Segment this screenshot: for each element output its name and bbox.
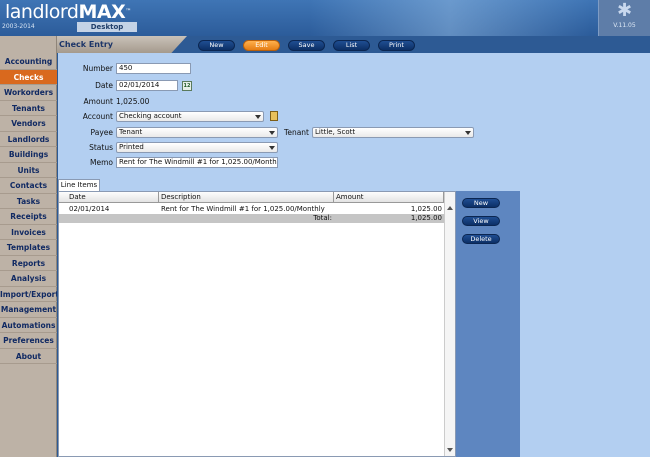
total-row: Total: 1,025.00 — [59, 214, 444, 223]
table-row[interactable]: 02/01/2014 Rent for The Windmill #1 for … — [59, 205, 444, 214]
sidebar-item-tenants[interactable]: Tenants — [0, 101, 57, 116]
account-label: Account — [82, 112, 113, 121]
save-button[interactable]: Save — [288, 40, 325, 51]
chevron-down-icon — [269, 146, 275, 150]
sidebar-item-workorders[interactable]: Workorders — [0, 85, 57, 101]
sidebar-item-units[interactable]: Units — [0, 163, 57, 178]
row-amount: 1,025.00 — [410, 205, 442, 213]
status-select[interactable]: Printed — [116, 142, 278, 153]
total-value: 1,025.00 — [410, 214, 442, 222]
print-button[interactable]: Print — [378, 40, 415, 51]
copyright-years: 2003-2014 — [2, 23, 35, 30]
sidebar-item-import-export[interactable]: Import/Export — [0, 287, 57, 302]
calendar-icon[interactable]: 12 — [182, 81, 192, 91]
list-button[interactable]: List — [333, 40, 370, 51]
line-items-actions: New View Delete — [456, 191, 520, 457]
date-label: Date — [95, 81, 113, 90]
number-label: Number — [82, 64, 113, 73]
sidebar-item-preferences[interactable]: Preferences — [0, 333, 57, 349]
sidebar-item-checks[interactable]: Checks — [0, 69, 57, 85]
sidebar-item-reports[interactable]: Reports — [0, 256, 57, 271]
column-header-description[interactable]: Description — [159, 192, 334, 203]
vertical-scrollbar[interactable] — [444, 192, 455, 456]
title-bar: Check Entry New Edit Save List Print — [57, 36, 650, 53]
line-items-grid: Date Description Amount 02/01/2014 Rent … — [58, 191, 456, 457]
sidebar-item-vendors[interactable]: Vendors — [0, 116, 57, 132]
account-select[interactable]: Checking account — [116, 111, 264, 122]
tenant-select[interactable]: Little, Scott — [312, 127, 474, 138]
app-logo: landlordMAX™ — [5, 1, 131, 23]
version-label: V.11.05 — [613, 22, 636, 29]
page-title: Check Entry — [59, 40, 113, 49]
app-header: landlordMAX™ 2003-2014 Desktop ✱ V.11.05 — [0, 0, 650, 36]
date-field[interactable]: 02/01/2014 — [116, 80, 178, 91]
number-field[interactable]: 450 — [116, 63, 191, 74]
tenant-label: Tenant — [284, 128, 309, 137]
row-description: Rent for The Windmill #1 for 1,025.00/Mo… — [161, 205, 325, 213]
sidebar-item-receipts[interactable]: Receipts — [0, 209, 57, 225]
scroll-up-icon[interactable] — [447, 206, 453, 210]
chevron-down-icon — [465, 131, 471, 135]
memo-label: Memo — [90, 158, 113, 167]
tab-line-items[interactable]: Line Items — [58, 179, 100, 191]
line-view-button[interactable]: View — [462, 216, 500, 226]
asterisk-icon: ✱ — [616, 0, 633, 21]
grid-header: Date Description Amount — [59, 192, 444, 203]
column-header-date[interactable]: Date — [67, 192, 159, 203]
row-date: 02/01/2014 — [69, 205, 110, 213]
sidebar-item-templates[interactable]: Templates — [0, 240, 57, 256]
sidebar-item-management[interactable]: Management — [0, 302, 57, 318]
amount-label: Amount — [83, 97, 113, 106]
sidebar-item-about[interactable]: About — [0, 349, 57, 364]
scroll-down-icon[interactable] — [447, 448, 453, 452]
new-button[interactable]: New — [198, 40, 235, 51]
line-delete-button[interactable]: Delete — [462, 234, 500, 244]
header-city-graphic — [310, 0, 590, 36]
sidebar-item-accounting[interactable]: Accounting — [0, 54, 57, 70]
column-header-amount[interactable]: Amount — [334, 192, 444, 203]
edition-badge: Desktop — [77, 22, 137, 32]
version-box: ✱ V.11.05 — [598, 0, 650, 36]
edit-button[interactable]: Edit — [243, 40, 280, 51]
line-new-button[interactable]: New — [462, 198, 500, 208]
total-label: Total: — [313, 214, 332, 222]
chevron-down-icon — [255, 115, 261, 119]
status-label: Status — [89, 143, 113, 152]
sidebar-item-buildings[interactable]: Buildings — [0, 147, 57, 163]
sidebar: Accounting Checks Workorders Tenants Vendors… — [0, 36, 57, 457]
memo-field[interactable]: Rent for The Windmill #1 for 1,025.00/Mo… — [116, 157, 278, 168]
sidebar-item-landlords[interactable]: Landlords — [0, 132, 57, 147]
sidebar-item-analysis[interactable]: Analysis — [0, 271, 57, 287]
sidebar-item-contacts[interactable]: Contacts — [0, 178, 57, 194]
account-book-icon[interactable] — [270, 111, 278, 121]
amount-value: 1,025.00 — [116, 97, 150, 106]
sidebar-item-automations[interactable]: Automations — [0, 318, 57, 333]
sidebar-item-tasks[interactable]: Tasks — [0, 194, 57, 209]
main-content: Number 450 Date 02/01/2014 12 Amount 1,0… — [58, 53, 650, 457]
sidebar-item-invoices[interactable]: Invoices — [0, 225, 57, 240]
payee-label: Payee — [90, 128, 113, 137]
